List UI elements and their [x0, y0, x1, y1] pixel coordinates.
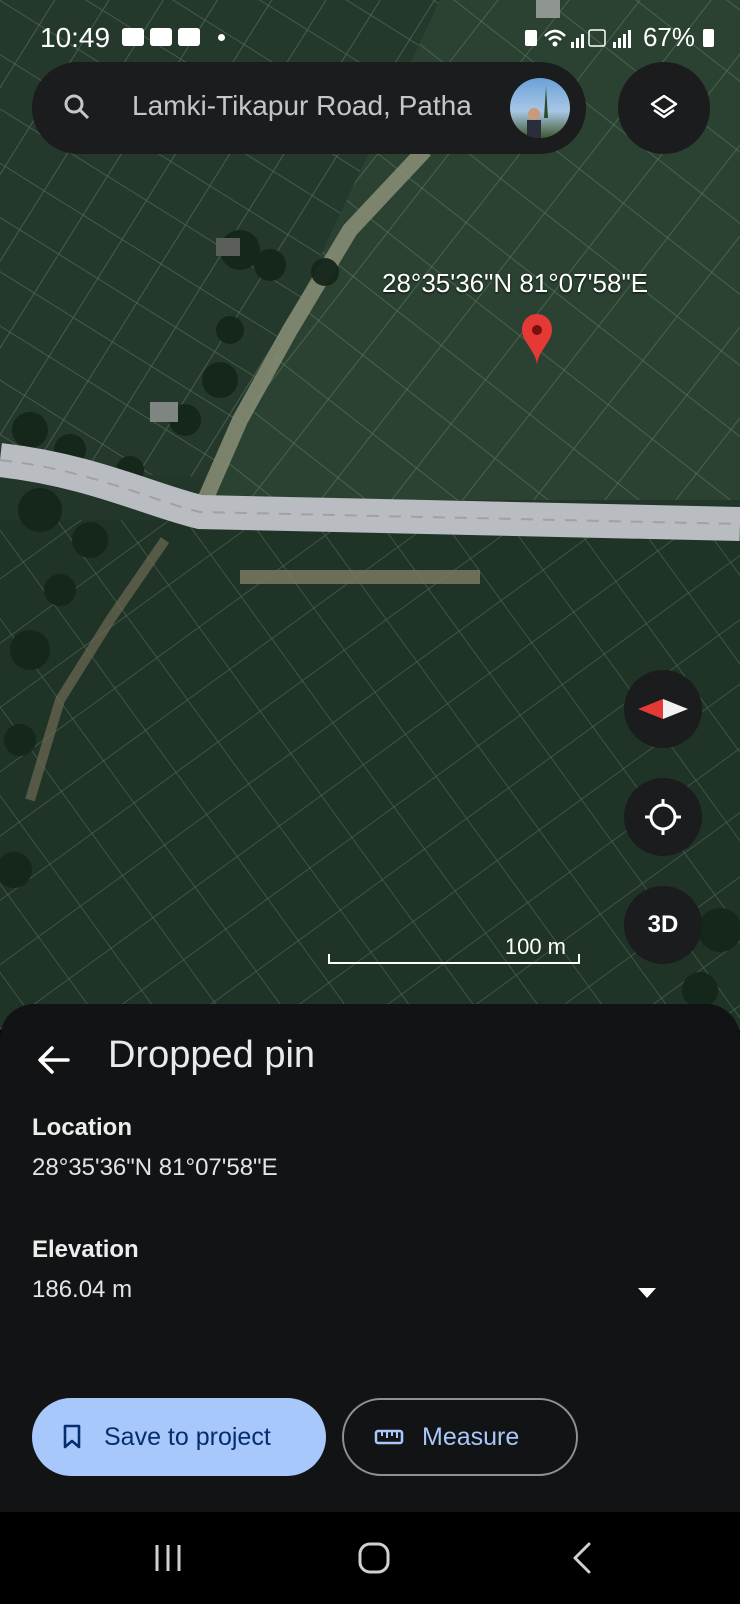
map-scale: 100 m [328, 934, 582, 964]
nav-back-icon [573, 1542, 591, 1574]
search-input[interactable]: Lamki-Tikapur Road, Patha [132, 90, 506, 126]
status-time: 10:49 [40, 22, 111, 53]
system-icons: 67% [524, 22, 714, 53]
my-location-icon [645, 799, 681, 835]
home-icon [358, 1542, 390, 1574]
bookmark-icon [63, 1424, 81, 1449]
save-to-project-button[interactable]: Save to project [32, 1398, 326, 1476]
profile-photo [527, 86, 548, 138]
back-button[interactable] [552, 1536, 612, 1580]
satellite-imagery [0, 0, 740, 1030]
back-arrow-icon[interactable] [36, 1042, 72, 1078]
satellite-map[interactable]: 28°35'36"N 81°07'58"E 3D 100 m [0, 0, 740, 1030]
search-icon [64, 94, 90, 120]
elevation-label: Elevation [32, 1236, 139, 1263]
compass-icon [638, 699, 688, 719]
scale-bar [328, 954, 580, 964]
my-location-button[interactable] [624, 778, 702, 856]
recent-apps-button[interactable] [138, 1536, 198, 1580]
elevation-value: 186.04 m [32, 1276, 133, 1303]
recent-apps-icon [155, 1545, 181, 1571]
measure-button[interactable]: Measure [342, 1398, 578, 1476]
gallery-icon [122, 28, 144, 46]
system-nav-bar [0, 1512, 740, 1604]
more-notifications-icon [218, 33, 225, 41]
home-button[interactable] [344, 1536, 404, 1580]
screen: 28°35'36"N 81°07'58"E 3D 100 m 10:49 67%… [0, 0, 740, 1604]
ruler-icon [374, 1429, 404, 1445]
battery-icon [703, 28, 714, 47]
search-bar[interactable]: Lamki-Tikapur Road, Patha [32, 62, 586, 154]
save-to-project-label: Save to project [104, 1422, 271, 1451]
youtube-icon [178, 28, 200, 46]
dropped-pin-sheet: Dropped pin Location 28°35'36"N 81°07'58… [0, 1004, 740, 1512]
map-pin-icon[interactable] [520, 312, 554, 373]
signal-icons [524, 28, 631, 48]
pin-coordinates-label: 28°35'36"N 81°07'58"E [382, 268, 649, 298]
layers-icon [650, 94, 678, 119]
avatar[interactable] [510, 78, 570, 138]
compass-button[interactable] [624, 670, 702, 748]
youtube-icon [150, 28, 172, 46]
notification-icons [122, 28, 225, 46]
layers-button[interactable] [618, 62, 710, 154]
3d-button[interactable]: 3D [624, 886, 702, 964]
measure-label: Measure [422, 1422, 520, 1451]
location-value: 28°35'36"N 81°07'58"E [32, 1154, 278, 1181]
battery-percent: 67% [642, 22, 695, 52]
sheet-title: Dropped pin [108, 1034, 316, 1076]
expand-elevation-icon[interactable] [638, 1288, 656, 1298]
location-label: Location [32, 1114, 132, 1141]
